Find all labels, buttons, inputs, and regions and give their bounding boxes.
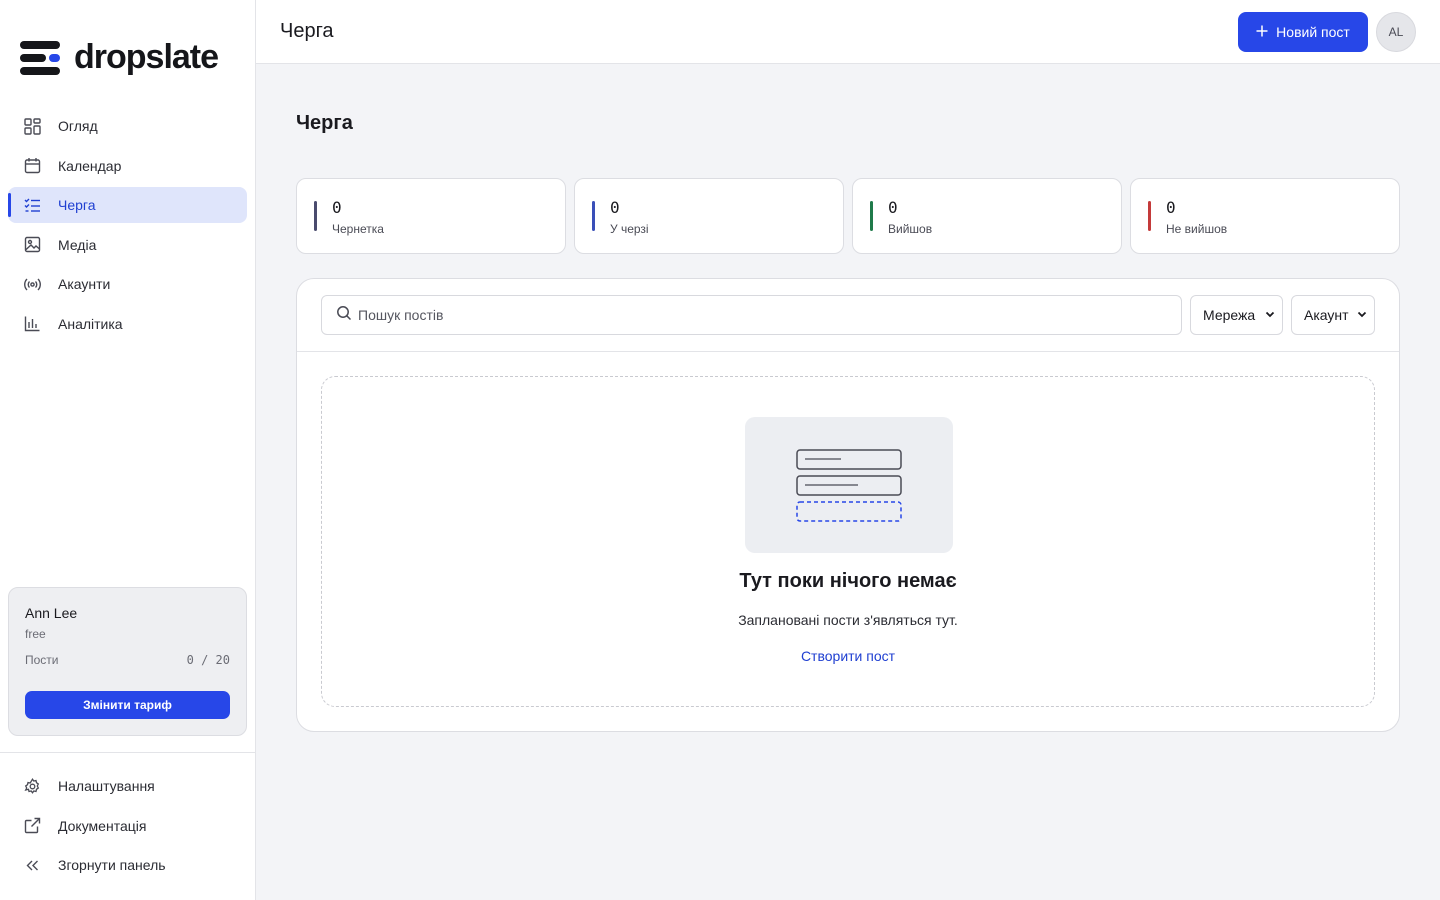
brand-name: dropslate (74, 38, 219, 76)
sidebar-item-collapse[interactable]: Згорнути панель (8, 847, 247, 883)
panel-divider (297, 351, 1399, 352)
network-filter-value: Мережа (1203, 307, 1256, 323)
sidebar-item-accounts[interactable]: Акаунти (8, 266, 247, 302)
grid-icon (24, 117, 41, 135)
sidebar-item-analytics[interactable]: Аналітика (8, 306, 247, 342)
sidebar-item-overview[interactable]: Огляд (8, 108, 247, 144)
sidebar-item-label: Календар (58, 157, 122, 174)
upgrade-plan-button[interactable]: Змінити тариф (25, 691, 230, 719)
sidebar-bottom-nav: Налаштування Документація Згорнути панел… (8, 768, 247, 887)
stat-value: 0 (888, 198, 898, 217)
stat-label: Чернетка (332, 222, 384, 236)
stat-value: 0 (1166, 198, 1176, 217)
image-icon (24, 236, 41, 253)
sidebar-item-calendar[interactable]: Календар (8, 148, 247, 184)
sidebar-item-label: Документація (58, 817, 147, 834)
bar-chart-icon (24, 315, 41, 332)
stat-label: Вийшов (888, 222, 933, 236)
stat-value: 0 (332, 198, 342, 217)
sidebar-nav: Огляд Календар Черга Медіа Акаунти Аналі… (8, 108, 247, 345)
new-post-button[interactable]: Новий пост (1238, 12, 1368, 52)
network-filter-select[interactable]: Мережа (1190, 295, 1283, 335)
stat-card-queued[interactable]: 0 У черзі (574, 178, 844, 254)
logo-icon (20, 40, 60, 76)
search-input[interactable] (358, 307, 1138, 323)
stat-label: Не вийшов (1166, 222, 1228, 236)
top-bar: Черга Новий пост AL (256, 0, 1440, 64)
sidebar: dropslate Огляд Календар Черга Медіа Ака… (0, 0, 256, 900)
plan-card: Ann Lee free Пости 0 / 20 Змінити тариф (8, 587, 247, 736)
sidebar-item-label: Згорнути панель (58, 857, 166, 873)
sidebar-item-label: Черга (58, 197, 96, 213)
empty-queue-illustration (745, 417, 953, 553)
plus-icon (1256, 24, 1268, 40)
sidebar-item-label: Налаштування (58, 778, 155, 794)
list-check-icon (24, 197, 41, 214)
sidebar-item-settings[interactable]: Налаштування (8, 768, 247, 804)
plan-tier: free (25, 627, 46, 641)
empty-state-subtitle: Заплановані пости з'являться тут. (738, 612, 958, 628)
sidebar-item-media[interactable]: Медіа (8, 227, 247, 263)
chevrons-left-icon (24, 857, 41, 874)
sidebar-item-label: Акаунти (58, 276, 111, 292)
chevron-down-icon (1264, 307, 1276, 323)
header-title: Черга (280, 20, 334, 42)
stat-label: У черзі (610, 222, 649, 236)
create-post-link[interactable]: Створити пост (322, 648, 1374, 664)
stat-value: 0 (610, 198, 620, 217)
stat-accent-bar (1148, 201, 1151, 231)
avatar[interactable]: AL (1376, 12, 1416, 52)
sidebar-item-queue[interactable]: Черга (8, 187, 247, 223)
posts-usage: Пости 0 / 20 (25, 653, 230, 667)
user-name: Ann Lee (25, 605, 78, 621)
queue-panel: Мережа Акаунт Тут поки нічого немає Запл… (296, 278, 1400, 732)
gear-icon (24, 777, 41, 795)
sidebar-divider (0, 752, 255, 753)
stat-accent-bar (592, 201, 595, 231)
posts-usage-label: Пости (25, 653, 59, 667)
new-post-label: Новий пост (1276, 24, 1350, 40)
search-box[interactable] (321, 295, 1182, 335)
search-icon (336, 305, 352, 326)
account-filter-value: Акаунт (1304, 307, 1349, 323)
external-link-icon (24, 817, 41, 834)
page-title: Черга (296, 112, 353, 134)
account-filter-select[interactable]: Акаунт (1291, 295, 1375, 335)
chevron-down-icon (1356, 307, 1368, 323)
sidebar-item-label: Аналітика (58, 315, 123, 332)
broadcast-icon (24, 276, 41, 293)
empty-state: Тут поки нічого немає Заплановані пости … (321, 376, 1375, 707)
stat-card-draft[interactable]: 0 Чернетка (296, 178, 566, 254)
sidebar-item-label: Медіа (58, 236, 97, 253)
brand-logo[interactable]: dropslate (20, 38, 219, 77)
posts-usage-count: 0 / 20 (186, 653, 230, 667)
stat-card-published[interactable]: 0 Вийшов (852, 178, 1122, 254)
sidebar-item-docs[interactable]: Документація (8, 808, 247, 844)
stat-card-failed[interactable]: 0 Не вийшов (1130, 178, 1400, 254)
empty-state-title: Тут поки нічого немає (739, 570, 957, 592)
calendar-icon (24, 157, 41, 174)
sidebar-item-label: Огляд (58, 118, 98, 134)
status-stats: 0 Чернетка 0 У черзі 0 Вийшов 0 Не вийшо… (296, 178, 1400, 254)
stat-accent-bar (870, 201, 873, 231)
stat-accent-bar (314, 201, 317, 231)
